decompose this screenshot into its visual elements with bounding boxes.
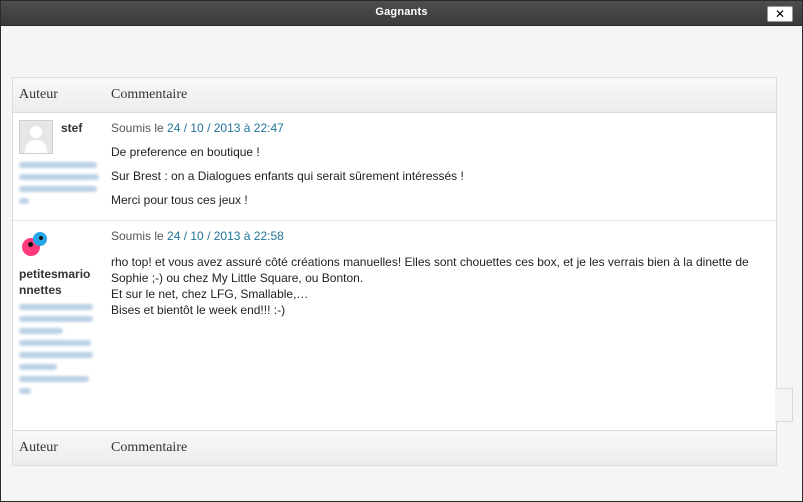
comment-body: rho top! et vous avez assuré côté créati… <box>111 254 771 318</box>
dialog-content: Auteur Commentaire stef Soumis le 24 / 1… <box>1 26 802 501</box>
comment-meta: Soumis le 24 / 10 / 2013 à 22:58 <box>111 229 284 243</box>
comment-paragraph: Sur Brest : on a Dialogues enfants qui s… <box>111 169 464 183</box>
comment-cell: Soumis le 24 / 10 / 2013 à 22:58 rho top… <box>111 228 771 318</box>
birds-avatar-icon <box>19 228 53 262</box>
comment-paragraph: De preference en boutique ! <box>111 145 260 159</box>
author-cell: petitesmarionnettes <box>19 228 101 400</box>
table-row: stef Soumis le 24 / 10 / 2013 à 22:47 De… <box>13 113 776 221</box>
table-header: Auteur Commentaire <box>13 78 776 113</box>
dialog-title: Gagnants <box>375 6 428 18</box>
author-name: petitesmarionnettes <box>19 267 91 297</box>
blurred-author-info <box>19 156 101 210</box>
table-row: petitesmarionnettes Soumis le 24 / 10 / … <box>13 221 776 431</box>
default-avatar-icon <box>19 120 53 154</box>
blurred-author-info <box>19 304 95 394</box>
scroll-tab[interactable] <box>775 388 793 422</box>
header-comment[interactable]: Commentaire <box>111 87 187 103</box>
comment-meta: Soumis le 24 / 10 / 2013 à 22:47 <box>111 121 284 135</box>
dialog-titlebar: Gagnants ✕ <box>1 1 802 26</box>
author-cell: stef <box>19 120 101 204</box>
close-button[interactable]: ✕ <box>767 6 793 22</box>
header-author[interactable]: Auteur <box>19 87 58 103</box>
table-footer: Auteur Commentaire <box>13 430 776 465</box>
comment-line: rho top! et vous avez assuré côté créati… <box>111 255 749 285</box>
comment-cell: Soumis le 24 / 10 / 2013 à 22:47 De pref… <box>111 120 771 208</box>
comment-date-link[interactable]: 24 / 10 / 2013 à 22:47 <box>167 121 284 135</box>
close-icon: ✕ <box>774 7 786 21</box>
footer-author[interactable]: Auteur <box>19 440 58 456</box>
footer-comment[interactable]: Commentaire <box>111 440 187 456</box>
comment-paragraph: Merci pour tous ces jeux ! <box>111 193 248 207</box>
comments-table: Auteur Commentaire stef Soumis le 24 / 1… <box>12 77 777 466</box>
comment-line: Bises et bientôt le week end!!! :-) <box>111 303 286 317</box>
winners-dialog: Gagnants ✕ Auteur Commentaire stef Soumi… <box>0 0 803 502</box>
comment-line: Et sur le net, chez LFG, Smallable,… <box>111 287 309 301</box>
comment-date-link[interactable]: 24 / 10 / 2013 à 22:58 <box>167 229 284 243</box>
author-name: stef <box>61 121 83 135</box>
